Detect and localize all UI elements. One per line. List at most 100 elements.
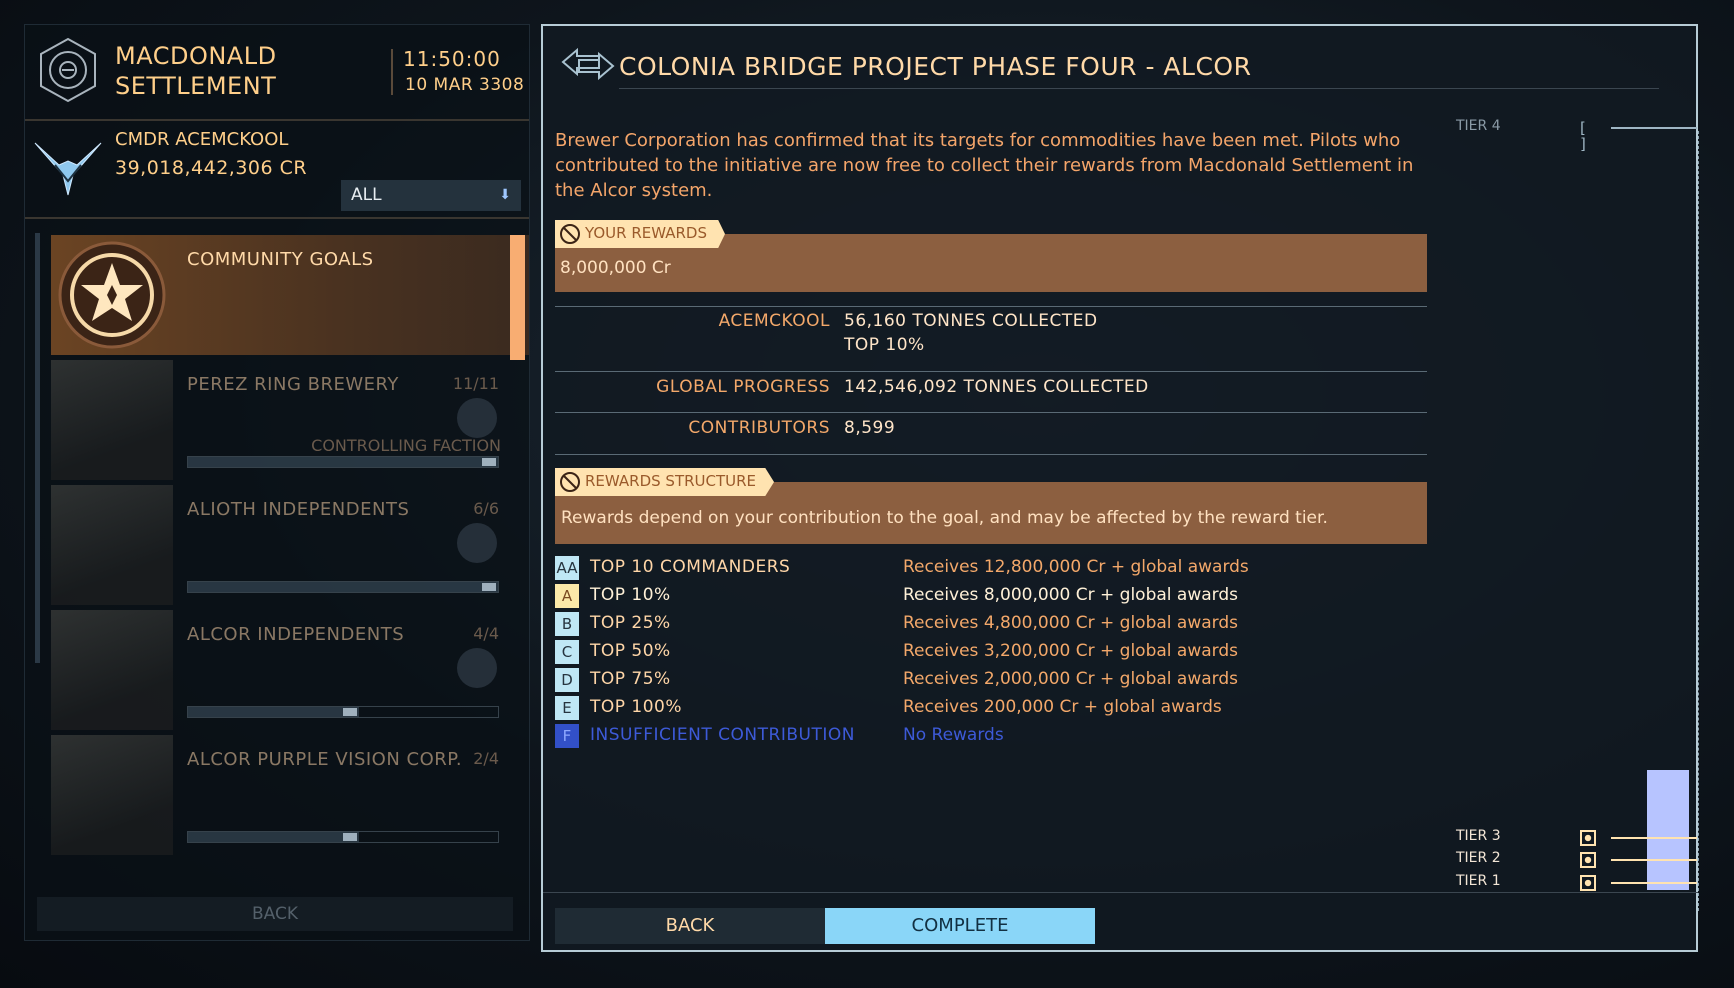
goal-count: 11/11	[452, 374, 499, 393]
tier-gauge-track	[1698, 131, 1699, 911]
contributors-value: 8,599	[844, 418, 896, 438]
rewards-structure-label: REWARDS STRUCTURE	[585, 472, 757, 490]
tier-3-tick	[1611, 837, 1697, 839]
left-back-button[interactable]: BACK	[37, 897, 513, 931]
goal-detail-panel: COLONIA BRIDGE PROJECT PHASE FOUR - ALCO…	[541, 24, 1699, 952]
tier-2-tick	[1611, 859, 1697, 861]
back-button[interactable]: BACK	[555, 908, 825, 944]
divider	[555, 306, 1427, 307]
reward-tier-row: B TOP 25% Receives 4,800,000 Cr + global…	[555, 612, 1255, 636]
credit-balance: 39,018,442,306 CR	[115, 157, 308, 179]
faction-icon	[457, 648, 497, 688]
tier-reward: Receives 12,800,000 Cr + global awards	[903, 557, 1249, 577]
goal-name: PEREZ RING BREWERY	[187, 374, 399, 395]
faction-portrait	[51, 735, 173, 855]
reward-tier-row: AA TOP 10 COMMANDERS Receives 12,800,000…	[555, 556, 1255, 580]
goal-count: 2/4	[473, 749, 499, 768]
goal-item-alcor-purple-vision[interactable]: ALCOR PURPLE VISION CORP. 2/4	[51, 735, 529, 855]
tier-4-marker: [ ]	[1580, 119, 1586, 153]
goal-subtitle: CONTROLLING FACTION	[311, 436, 501, 455]
complete-button[interactable]: COMPLETE	[825, 908, 1095, 944]
your-rewards-tab: YOUR REWARDS	[555, 220, 725, 248]
tier-label: TOP 75%	[590, 669, 671, 689]
goal-item-perez-ring-brewery[interactable]: PEREZ RING BREWERY 11/11 CONTROLLING FAC…	[51, 360, 529, 480]
tier-reward: No Rewards	[903, 725, 1004, 745]
faction-portrait	[51, 360, 173, 480]
tier-reward: Receives 3,200,000 Cr + global awards	[903, 641, 1238, 661]
tier-4-label: TIER 4	[1456, 118, 1501, 134]
tier-2-marker	[1580, 852, 1596, 868]
divider	[543, 892, 1698, 893]
faction-icon	[457, 523, 497, 563]
no-entry-icon	[560, 472, 580, 492]
rewards-structure-tab: REWARDS STRUCTURE	[555, 468, 775, 496]
goal-item-alcor-independents[interactable]: ALCOR INDEPENDENTS 4/4	[51, 610, 529, 730]
community-goals-panel: MACDONALD SETTLEMENT 11:50:00 10 MAR 330…	[24, 24, 530, 941]
contributors-label: CONTRIBUTORS	[688, 418, 830, 438]
no-entry-icon	[560, 224, 580, 244]
back-arrow-icon[interactable]	[559, 42, 617, 86]
tier-gauge-fill	[1647, 770, 1689, 890]
filter-value: ALL	[351, 185, 382, 205]
tier-badge: E	[555, 696, 579, 720]
goal-progress-bar	[187, 581, 499, 593]
arrow-down-icon: ⬇	[499, 187, 511, 203]
global-progress-label: GLOBAL PROGRESS	[656, 377, 830, 397]
your-rewards-label: YOUR REWARDS	[585, 224, 707, 242]
tier-reward: Receives 8,000,000 Cr + global awards	[903, 585, 1238, 605]
divider	[25, 217, 529, 219]
tier-reward: Receives 2,000,000 Cr + global awards	[903, 669, 1238, 689]
divider	[619, 88, 1659, 89]
list-scrollbar[interactable]	[35, 233, 40, 663]
goal-name: ALCOR INDEPENDENTS	[187, 624, 405, 645]
tier-reward: Receives 4,800,000 Cr + global awards	[903, 613, 1238, 633]
player-rank: TOP 10%	[844, 335, 925, 355]
tier-label: TOP 10%	[590, 585, 671, 605]
goal-name: ALCOR PURPLE VISION CORP.	[187, 749, 463, 770]
faction-portrait	[51, 485, 173, 605]
selection-indicator	[510, 235, 525, 360]
goal-name: COMMUNITY GOALS	[187, 249, 374, 270]
tier-label: TOP 50%	[590, 641, 671, 661]
tier-badge: C	[555, 640, 579, 664]
rewards-structure-text: Rewards depend on your contribution to t…	[561, 508, 1328, 528]
station-name-line1: MACDONALD	[115, 42, 277, 70]
goal-item-community-goals[interactable]: COMMUNITY GOALS	[51, 235, 529, 355]
filter-dropdown[interactable]: ALL ⬇	[341, 180, 521, 211]
tier-1-marker	[1580, 875, 1596, 891]
tier-label: TOP 100%	[590, 697, 683, 717]
divider	[555, 371, 1427, 372]
reward-tier-row: E TOP 100% Receives 200,000 Cr + global …	[555, 696, 1255, 720]
rank-wings-icon	[34, 142, 102, 196]
tier-3-label: TIER 3	[1456, 828, 1501, 844]
tier-3-marker	[1580, 830, 1596, 846]
faction-icon	[457, 398, 497, 438]
reward-tier-row: F INSUFFICIENT CONTRIBUTION No Rewards	[555, 724, 1255, 748]
reward-amount: 8,000,000 Cr	[560, 258, 671, 278]
community-goals-star-icon	[58, 241, 166, 349]
goal-progress-bar	[187, 706, 499, 718]
tier-label: TOP 10 COMMANDERS	[590, 557, 791, 577]
reward-tier-row: C TOP 50% Receives 3,200,000 Cr + global…	[555, 640, 1255, 664]
goal-name: ALIOTH INDEPENDENTS	[187, 499, 410, 520]
station-name: MACDONALD SETTLEMENT	[115, 41, 415, 101]
goal-count: 6/6	[473, 499, 499, 518]
goal-description: Brewer Corporation has confirmed that it…	[555, 130, 1414, 201]
tier-badge: D	[555, 668, 579, 692]
player-tonnes: 56,160 TONNES COLLECTED	[844, 311, 1098, 331]
tier-1-tick	[1611, 882, 1697, 884]
tier-badge: F	[555, 724, 579, 748]
tier-badge: A	[555, 584, 579, 608]
faction-portrait	[51, 610, 173, 730]
goal-count: 4/4	[473, 624, 499, 643]
tier-4-tick	[1611, 127, 1697, 129]
tier-label: INSUFFICIENT CONTRIBUTION	[590, 725, 855, 745]
goal-item-alioth-independents[interactable]: ALIOTH INDEPENDENTS 6/6	[51, 485, 529, 605]
tier-badge: B	[555, 612, 579, 636]
divider	[25, 119, 529, 121]
global-progress-value: 142,546,092 TONNES COLLECTED	[844, 377, 1149, 397]
goal-progress-bar	[187, 456, 499, 468]
tier-2-label: TIER 2	[1456, 850, 1501, 866]
tier-badge: AA	[555, 556, 579, 580]
goal-progress-bar	[187, 831, 499, 843]
